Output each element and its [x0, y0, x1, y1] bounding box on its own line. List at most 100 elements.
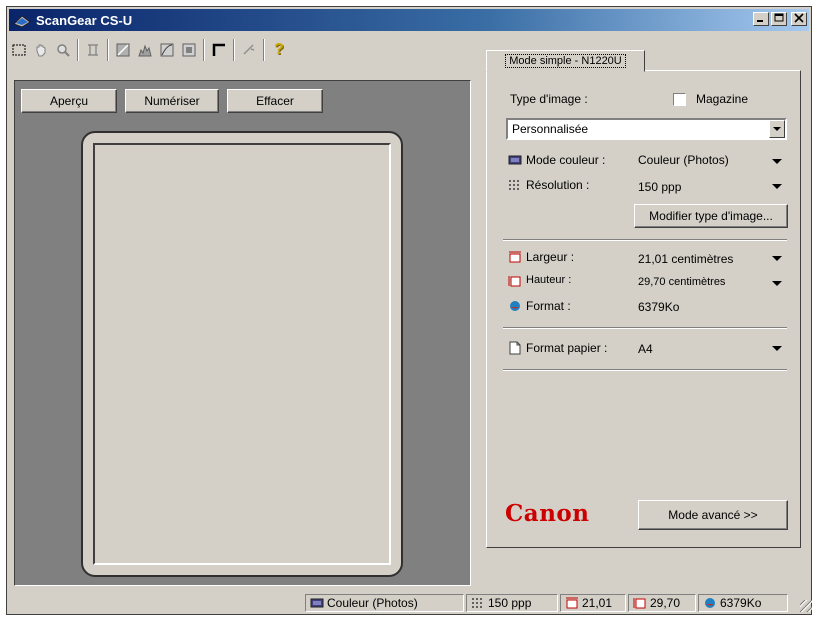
- paper-size-value[interactable]: A4: [638, 342, 653, 356]
- file-size-icon: [705, 598, 715, 608]
- height-icon: [633, 598, 646, 609]
- paper-size-label: Format papier :: [526, 341, 608, 355]
- clear-button-label: Effacer: [256, 94, 294, 108]
- brightness-icon: [116, 43, 130, 57]
- brightness-tool[interactable]: [114, 41, 132, 59]
- chevron-down-icon[interactable]: [769, 120, 785, 138]
- advanced-mode-label: Mode avancé >>: [668, 508, 758, 522]
- select-area-tool[interactable]: [10, 41, 28, 59]
- toolbar-separator: [77, 39, 79, 61]
- status-width-text: 21,01: [582, 596, 613, 610]
- toolbar-separator: [233, 39, 235, 61]
- status-file-size-text: 6379Ko: [720, 596, 762, 610]
- crop-icon: [88, 44, 98, 56]
- threshold-icon: [182, 43, 196, 57]
- height-icon: [508, 276, 521, 287]
- divider: [503, 239, 787, 241]
- crop-tool[interactable]: [84, 41, 102, 59]
- modify-image-type-label: Modifier type d'image...: [649, 209, 773, 223]
- divider: [503, 369, 787, 371]
- status-height-text: 29,70: [650, 596, 681, 610]
- tone-curve-tool[interactable]: [158, 41, 176, 59]
- preview-button-label: Aperçu: [49, 94, 89, 108]
- status-resolution-text: 150 ppp: [488, 596, 532, 610]
- tab-simple-mode-label: Mode simple - N1220U: [505, 54, 626, 68]
- divider: [503, 327, 787, 329]
- resolution-icon: [472, 598, 482, 608]
- settings-icon: [243, 44, 255, 55]
- threshold-tool[interactable]: [180, 41, 198, 59]
- width-value[interactable]: 21,01 centimètres: [638, 252, 733, 266]
- window-title: ScanGear CS-U: [36, 12, 133, 28]
- color-mode-dropdown-icon[interactable]: [772, 159, 782, 164]
- toolbar: ?: [8, 34, 398, 66]
- image-type-label: Type d'image :: [510, 92, 588, 106]
- resize-grip-icon[interactable]: [800, 600, 812, 612]
- resolution-label: Résolution :: [526, 178, 590, 192]
- magazine-checkbox[interactable]: [673, 93, 686, 106]
- image-type-select[interactable]: Personnalisée: [506, 118, 787, 140]
- auto-crop-icon: [212, 43, 225, 56]
- file-size-value: 6379Ko: [638, 300, 680, 314]
- width-icon: [566, 597, 578, 609]
- title-bar[interactable]: ScanGear CS-U: [9, 9, 809, 31]
- height-label: Hauteur :: [526, 274, 572, 286]
- height-dropdown-icon[interactable]: [772, 281, 782, 286]
- file-size-label: Format :: [526, 299, 571, 313]
- status-color-mode: Couleur (Photos): [305, 594, 464, 612]
- scan-platen[interactable]: [93, 143, 391, 565]
- close-icon: [794, 13, 804, 23]
- status-width: 21,01: [560, 594, 626, 612]
- status-file-size: 6379Ko: [698, 594, 788, 612]
- image-type-value: Personnalisée: [512, 122, 589, 136]
- select-area-icon: [12, 44, 26, 56]
- status-bar: Couleur (Photos) 150 ppp 21,01 29,70 637…: [8, 594, 814, 614]
- toolbar-separator: [107, 39, 109, 61]
- modify-image-type-button[interactable]: Modifier type d'image...: [634, 204, 788, 228]
- file-size-icon: [510, 301, 520, 311]
- help-tool[interactable]: ?: [270, 41, 288, 59]
- color-mode-icon: [310, 598, 324, 608]
- tone-curve-icon: [160, 43, 174, 57]
- hand-icon: [36, 44, 46, 57]
- width-label: Largeur :: [526, 250, 575, 264]
- tab-simple-mode[interactable]: Mode simple - N1220U: [486, 50, 645, 72]
- toolbar-separator: [263, 39, 265, 61]
- paper-size-dropdown-icon[interactable]: [772, 346, 782, 351]
- zoom-tool[interactable]: [54, 41, 72, 59]
- scan-button-label: Numériser: [144, 94, 200, 108]
- auto-crop-tool[interactable]: [210, 41, 228, 59]
- width-dropdown-icon[interactable]: [772, 256, 782, 261]
- scan-button[interactable]: Numériser: [125, 89, 219, 113]
- color-mode-label: Mode couleur :: [526, 153, 606, 167]
- clear-button[interactable]: Effacer: [227, 89, 323, 113]
- minimize-icon: [757, 20, 763, 22]
- resolution-icon: [509, 180, 519, 190]
- paper-size-icon: [509, 341, 521, 355]
- minimize-button[interactable]: [753, 12, 769, 26]
- resolution-dropdown-icon[interactable]: [772, 184, 782, 189]
- height-value[interactable]: 29,70 centimètres: [638, 276, 725, 288]
- maximize-button[interactable]: [771, 12, 787, 26]
- histogram-icon: [138, 44, 152, 57]
- status-height: 29,70: [628, 594, 696, 612]
- toolbar-separator: [203, 39, 205, 61]
- advanced-mode-button[interactable]: Mode avancé >>: [638, 500, 788, 530]
- close-button[interactable]: [791, 12, 807, 26]
- canon-logo: Canon: [505, 500, 590, 527]
- color-mode-icon: [508, 155, 522, 165]
- histogram-tool[interactable]: [136, 41, 154, 59]
- preview-button[interactable]: Aperçu: [21, 89, 117, 113]
- maximize-icon: [774, 13, 784, 22]
- zoom-icon: [57, 44, 70, 57]
- magazine-label: Magazine: [696, 92, 749, 106]
- resolution-value[interactable]: 150 ppp: [638, 180, 681, 194]
- hand-tool[interactable]: [32, 41, 50, 59]
- help-icon: ?: [274, 41, 284, 58]
- settings-tool[interactable]: [240, 41, 258, 59]
- preview-area[interactable]: Aperçu Numériser Effacer: [14, 80, 471, 586]
- status-resolution: 150 ppp: [466, 594, 558, 612]
- status-color-mode-text: Couleur (Photos): [327, 596, 418, 610]
- width-icon: [509, 251, 521, 263]
- color-mode-value[interactable]: Couleur (Photos): [638, 153, 729, 167]
